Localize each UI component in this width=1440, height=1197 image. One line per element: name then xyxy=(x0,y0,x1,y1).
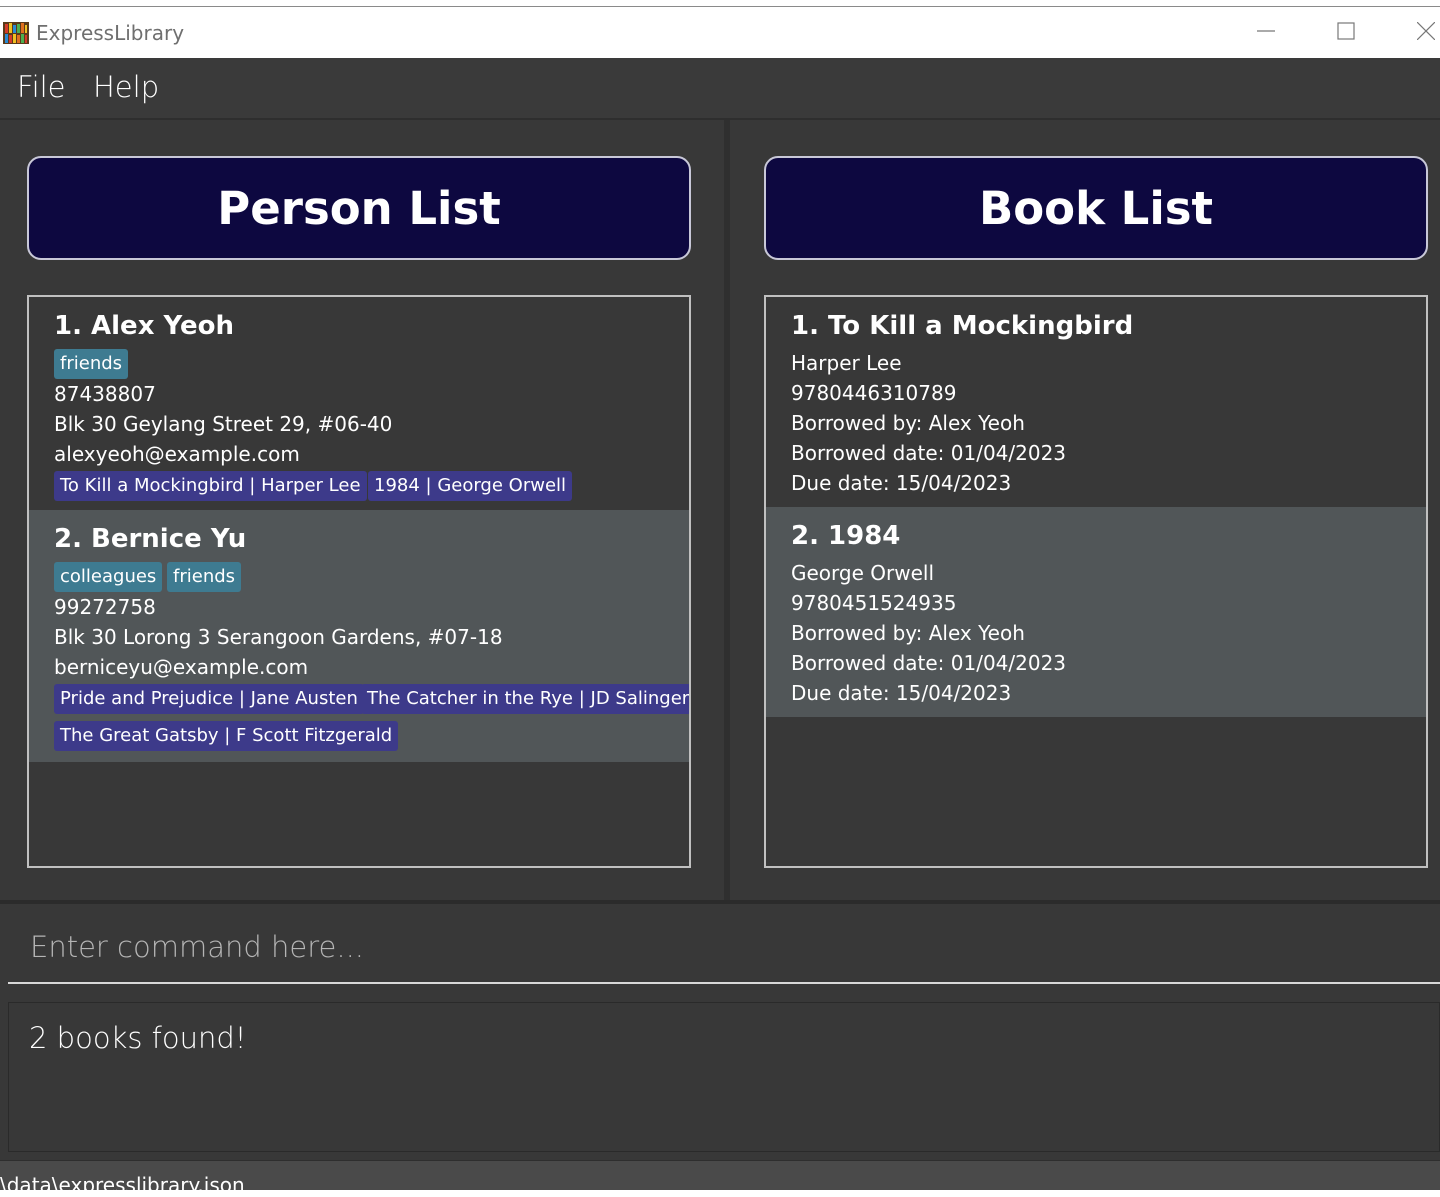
minimize-icon xyxy=(1257,22,1275,45)
command-input[interactable] xyxy=(8,912,1440,984)
command-box xyxy=(0,900,1440,996)
book-borrowed-by: Borrowed by: Alex Yeoh xyxy=(791,411,1025,435)
result-message: 2 books found! xyxy=(29,1021,247,1055)
book-borrowed-date: Borrowed date: 01/04/2023 xyxy=(791,441,1067,465)
close-icon xyxy=(1416,21,1436,45)
menu-file[interactable]: File xyxy=(17,70,66,104)
close-button[interactable] xyxy=(1398,15,1440,51)
list-panes: Person List Book List 1. Alex Yeoh frien… xyxy=(0,120,1440,900)
book-title: 2. 1984 xyxy=(791,521,901,551)
person-tag: colleagues xyxy=(54,562,163,592)
result-display[interactable]: 2 books found! xyxy=(8,1002,1440,1152)
book-author: Harper Lee xyxy=(791,351,902,375)
book-author: George Orwell xyxy=(791,561,935,585)
maximize-icon xyxy=(1337,21,1355,45)
book-card[interactable]: 2. 1984 George Orwell 9780451524935 Borr… xyxy=(766,507,1426,717)
menu-bar: File Help xyxy=(0,58,1440,120)
maximize-button[interactable] xyxy=(1318,15,1374,51)
person-tag: friends xyxy=(54,349,129,379)
save-location: \data\expresslibrary.json xyxy=(0,1173,245,1197)
menu-help[interactable]: Help xyxy=(93,70,159,104)
person-book-tag: To Kill a Mockingbird | Harper Lee xyxy=(54,471,367,501)
book-borrowed-date: Borrowed date: 01/04/2023 xyxy=(791,651,1067,675)
book-list-header: Book List xyxy=(764,156,1428,260)
book-borrowed-by: Borrowed by: Alex Yeoh xyxy=(791,621,1025,645)
pane-divider[interactable] xyxy=(724,120,730,900)
person-book-tag: The Catcher in the Rye | JD Salinger xyxy=(361,684,689,714)
book-isbn: 9780446310789 xyxy=(791,381,957,405)
status-bar: \data\expresslibrary.json xyxy=(0,1160,1440,1197)
app-body: File Help Person List Book List 1. Alex … xyxy=(0,58,1440,1197)
window-titlebar: ExpressLibrary xyxy=(0,6,1440,58)
person-address: Blk 30 Lorong 3 Serangoon Gardens, #07-1… xyxy=(54,625,503,649)
person-list-header: Person List xyxy=(27,156,691,260)
window-title: ExpressLibrary xyxy=(36,21,185,45)
person-name: 1. Alex Yeoh xyxy=(54,311,234,341)
person-book-tag: 1984 | George Orwell xyxy=(368,471,573,501)
person-email: berniceyu@example.com xyxy=(54,655,309,679)
person-list[interactable]: 1. Alex Yeoh friends 87438807 Blk 30 Gey… xyxy=(27,295,691,868)
bookshelf-icon xyxy=(3,21,29,45)
person-email: alexyeoh@example.com xyxy=(54,442,300,466)
book-title: 1. To Kill a Mockingbird xyxy=(791,311,1134,341)
person-book-tag: Pride and Prejudice | Jane Austen xyxy=(54,684,364,714)
book-card[interactable]: 1. To Kill a Mockingbird Harper Lee 9780… xyxy=(766,297,1426,507)
person-phone: 99272758 xyxy=(54,595,156,619)
book-isbn: 9780451524935 xyxy=(791,591,957,615)
person-card[interactable]: 1. Alex Yeoh friends 87438807 Blk 30 Gey… xyxy=(29,297,689,510)
person-card[interactable]: 2. Bernice Yu colleagues friends 9927275… xyxy=(29,510,689,762)
book-due-date: Due date: 15/04/2023 xyxy=(791,471,1012,495)
person-book-tag: The Great Gatsby | F Scott Fitzgerald xyxy=(54,721,399,751)
person-name: 2. Bernice Yu xyxy=(54,524,247,554)
minimize-button[interactable] xyxy=(1238,15,1294,51)
person-tag: friends xyxy=(167,562,242,592)
person-phone: 87438807 xyxy=(54,382,156,406)
book-due-date: Due date: 15/04/2023 xyxy=(791,681,1012,705)
book-list[interactable]: 1. To Kill a Mockingbird Harper Lee 9780… xyxy=(764,295,1428,868)
person-address: Blk 30 Geylang Street 29, #06-40 xyxy=(54,412,393,436)
